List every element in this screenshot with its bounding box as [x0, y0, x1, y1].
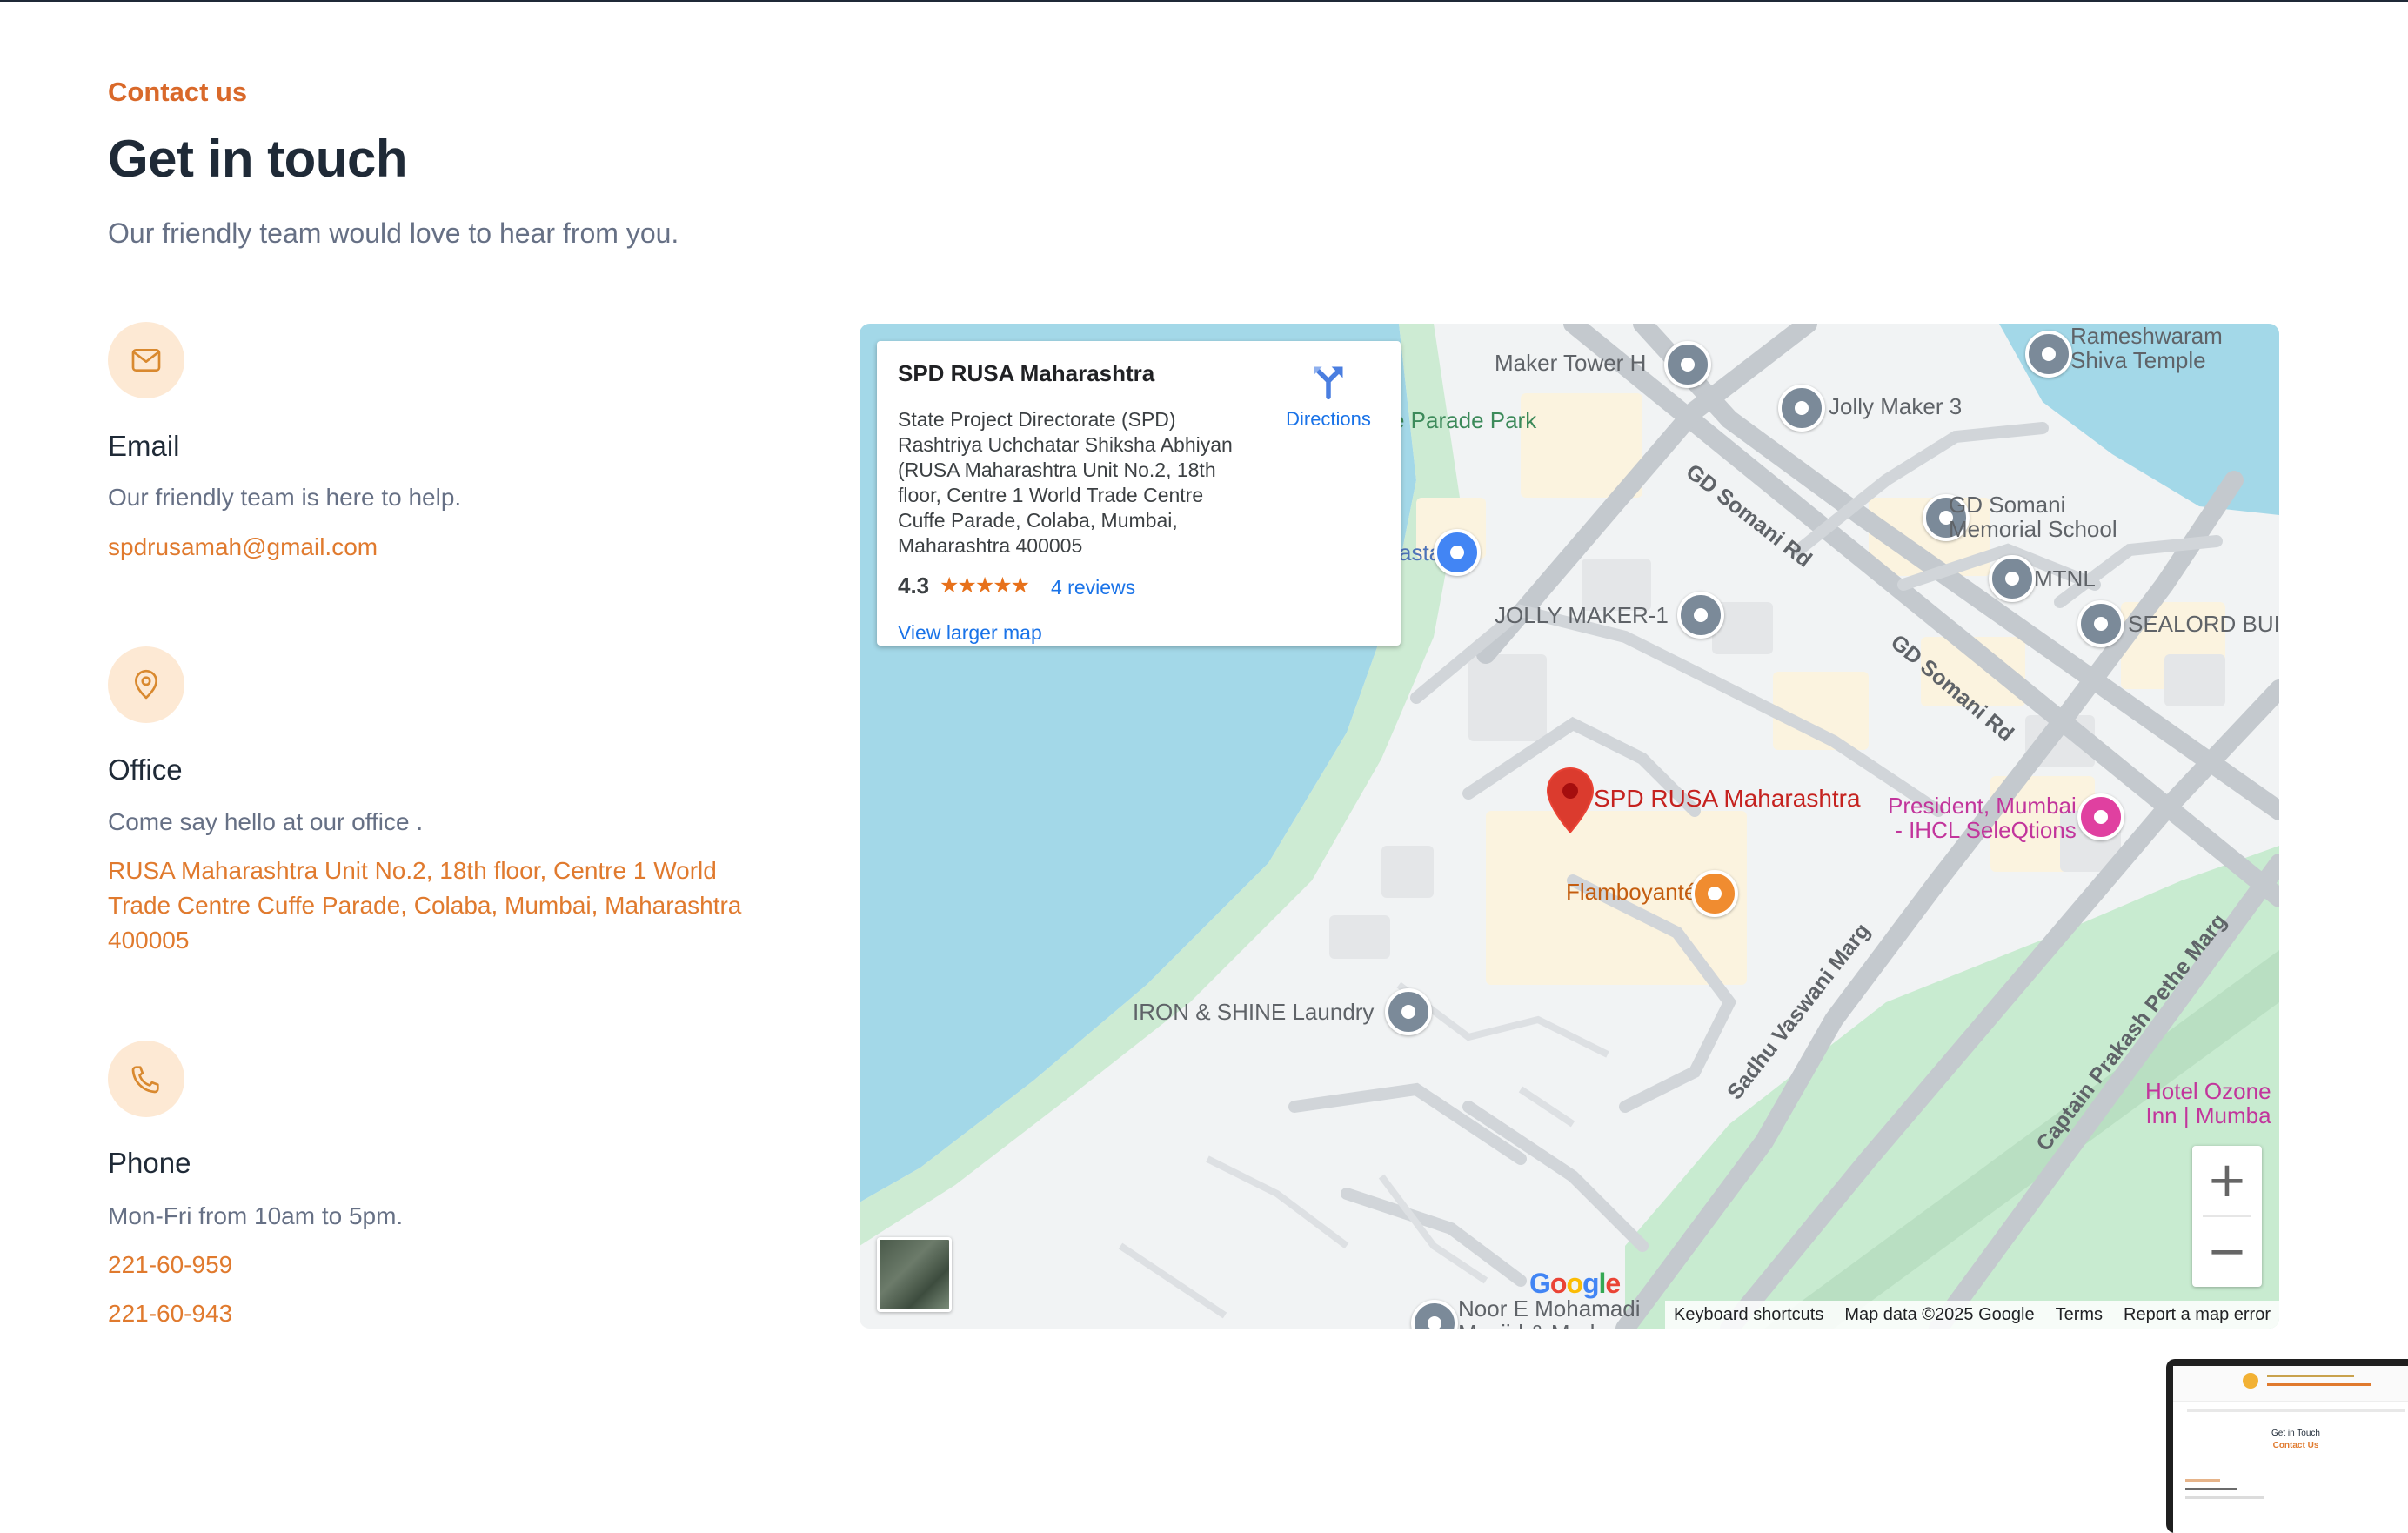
preview-line: [2185, 1479, 2220, 1482]
poi-pin-icon[interactable]: [1677, 592, 1724, 639]
preview-header-line: [2267, 1383, 2371, 1386]
phone-icon: [108, 1041, 184, 1117]
place-address-line: Rashtriya Uchchatar Shiksha Abhiyan: [898, 433, 1233, 456]
satellite-toggle-button[interactable]: [877, 1237, 952, 1312]
preview-line: [2185, 1488, 2237, 1490]
map-label-line: Memorial School: [1949, 516, 2117, 542]
top-border: [0, 0, 2408, 2]
poi-pin-icon[interactable]: [1778, 385, 1825, 432]
poi-pin-icon[interactable]: [1664, 341, 1711, 388]
map-label: MTNL: [2034, 566, 2096, 592]
office-address-line: RUSA Maharashtra Unit No.2, 18th floor, …: [108, 857, 717, 884]
phone-link-1[interactable]: 221-60-959: [108, 1248, 232, 1282]
restaurant-pin-icon[interactable]: [1691, 870, 1738, 917]
view-larger-map-link[interactable]: View larger map: [898, 621, 1042, 645]
poi-pin-icon[interactable]: [2077, 600, 2124, 647]
poi-pin-icon[interactable]: [1989, 555, 2036, 602]
map-label-line: Shiva Temple: [2070, 347, 2206, 373]
directions-icon: [1314, 366, 1343, 400]
map-pin-icon: [108, 646, 184, 723]
report-map-error-link[interactable]: Report a map error: [2124, 1305, 2271, 1325]
preview-line: [2185, 1496, 2264, 1499]
map-label: SPD RUSA Maharashtra: [1594, 785, 1861, 812]
lock-pin-icon[interactable]: [1434, 529, 1481, 576]
page-preview-thumbnail[interactable]: Get in Touch Contact Us: [2166, 1359, 2408, 1533]
phone-title: Phone: [108, 1147, 191, 1179]
office-address-link[interactable]: RUSA Maharashtra Unit No.2, 18th floor, …: [108, 854, 741, 958]
place-address-line: Cuffe Parade, Colaba, Mumbai,: [898, 509, 1178, 532]
map-label: Flamboyanté: [1566, 879, 1697, 905]
reviews-link[interactable]: 4 reviews: [1051, 576, 1135, 599]
office-address-line: Trade Centre Cuffe Parade, Colaba, Mumba…: [108, 892, 742, 919]
office-address-line: 400005: [108, 927, 190, 954]
map-data-text: Map data ©2025 Google: [1844, 1304, 2035, 1324]
location-marker-icon[interactable]: [1547, 767, 1594, 838]
place-info-card: SPD RUSA Maharashtra State Project Direc…: [877, 341, 1401, 646]
poi-pin-icon[interactable]: [1385, 988, 1432, 1035]
directions-button[interactable]: Directions: [1272, 362, 1385, 431]
zoom-in-button[interactable]: +: [2192, 1146, 2262, 1215]
preview-logo: [2243, 1373, 2258, 1389]
google-logo: Google: [1529, 1268, 1621, 1299]
place-address-line: State Project Directorate (SPD): [898, 408, 1176, 431]
preview-nav: [2187, 1409, 2405, 1412]
section-eyebrow: Contact us: [108, 77, 248, 107]
preview-title: Get in Touch: [2271, 1429, 2320, 1438]
map-label: President, Mumbai - IHCL SeleQtions: [1888, 793, 2077, 842]
email-title: Email: [108, 430, 180, 462]
phone-description: Mon-Fri from 10am to 5pm.: [108, 1202, 404, 1229]
directions-label: Directions: [1286, 408, 1371, 430]
place-address: State Project Directorate (SPD) Rashtriy…: [898, 407, 1254, 559]
office-description: Come say hello at our office .: [108, 808, 424, 835]
preview-screen: Get in Touch Contact Us: [2173, 1366, 2408, 1533]
hotel-pin-icon[interactable]: [2077, 793, 2124, 840]
map-label: e Parade Park: [1392, 407, 1537, 433]
terms-link[interactable]: Terms: [2056, 1305, 2103, 1325]
map-label-line: Hotel Ozone: [2145, 1078, 2271, 1104]
page-subtitle: Our friendly team would love to hear fro…: [108, 218, 679, 249]
page-title: Get in touch: [108, 130, 407, 188]
rating-stars-icon: ★★★★★: [940, 573, 1030, 598]
place-rating: 4.3: [898, 572, 930, 599]
embedded-map[interactable]: Maker Tower H e Parade Park Jolly Maker …: [860, 324, 2279, 1329]
place-address-line: floor, Centre 1 World Trade Centre: [898, 484, 1204, 506]
map-label: Rameshwaram Shiva Temple: [2070, 324, 2223, 372]
email-link[interactable]: spdrusamah@gmail.com: [108, 530, 378, 565]
temple-pin-icon[interactable]: [2025, 331, 2072, 378]
map-label: GD Somani Memorial School: [1949, 492, 2117, 541]
map-label: IRON & SHINE Laundry: [1133, 999, 1375, 1025]
preview-subtitle: Contact Us: [2272, 1441, 2319, 1450]
place-address-line: (RUSA Maharashtra Unit No.2, 18th: [898, 459, 1216, 481]
map-label: Hotel Ozone Inn | Mumba: [2145, 1079, 2271, 1128]
map-label-line: - IHCL SeleQtions: [1895, 817, 2077, 843]
preview-header: [2173, 1366, 2408, 1402]
map-label-line: Masjid & Madrasa: [1458, 1320, 1639, 1329]
map-label-line: GD Somani: [1949, 492, 2066, 518]
map-label: JOLLY MAKER-1: [1495, 602, 1669, 628]
preview-header-line: [2267, 1375, 2354, 1377]
place-address-line: Maharashtra 400005: [898, 534, 1083, 557]
phone-link-2[interactable]: 221-60-943: [108, 1296, 232, 1331]
zoom-out-button[interactable]: −: [2192, 1217, 2262, 1287]
mail-icon: [108, 322, 184, 398]
map-label-line: President, Mumbai: [1888, 793, 2077, 819]
map-label: Maker Tower H: [1495, 350, 1647, 376]
place-title: SPD RUSA Maharashtra: [898, 360, 1155, 386]
map-label: Jolly Maker 3: [1829, 393, 1963, 419]
map-label: SEALORD BUI: [2128, 611, 2279, 637]
keyboard-shortcuts-link[interactable]: Keyboard shortcuts: [1674, 1305, 1823, 1325]
office-title: Office: [108, 753, 183, 786]
map-label-line: Rameshwaram: [2070, 324, 2223, 349]
map-attribution-bar: Keyboard shortcuts Map data ©2025 Google…: [1665, 1301, 2279, 1329]
map-label: Noor E Mohamadi Masjid & Madrasa: [1458, 1296, 1641, 1329]
zoom-controls: + −: [2192, 1146, 2262, 1287]
email-description: Our friendly team is here to help.: [108, 484, 462, 511]
map-label-line: Inn | Mumba: [2145, 1102, 2271, 1128]
